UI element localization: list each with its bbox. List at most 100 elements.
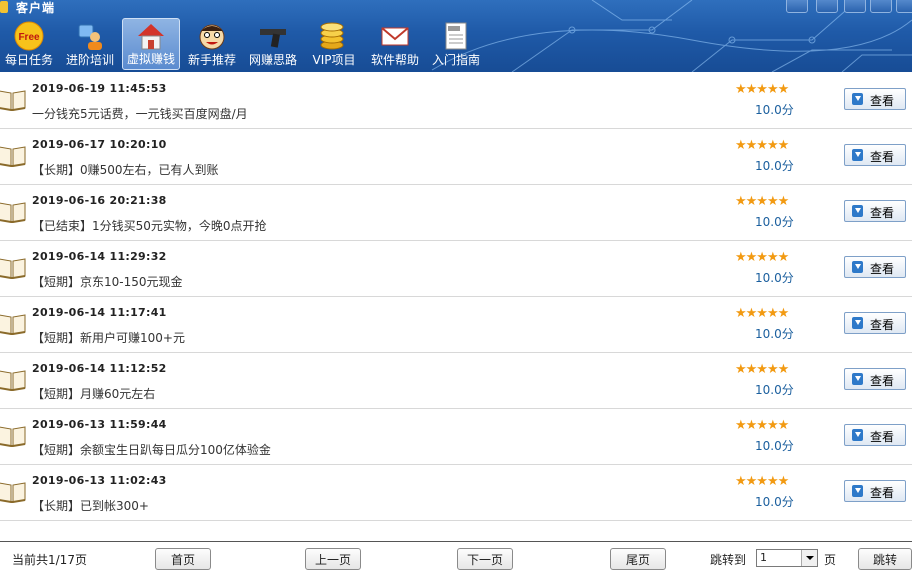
book-icon bbox=[0, 314, 26, 335]
skin-button[interactable] bbox=[786, 0, 808, 13]
view-button-label: 查看 bbox=[870, 206, 895, 220]
app-header: 客户端 Free 每日任务 进阶培训 虚拟赚钱 新手推荐 网赚思路 VIP项目 … bbox=[0, 0, 912, 72]
list-item: 2019-06-13 11:59:44 【短期】余额宝生日趴每日瓜分100亿体验金… bbox=[0, 409, 912, 465]
chevron-down-icon bbox=[801, 550, 817, 566]
list-item: 2019-06-14 11:12:52 【短期】月赚60元左右 ★★★★★ 10.0分… bbox=[0, 353, 912, 409]
item-title: 【短期】余额宝生日趴每日瓜分100亿体验金 bbox=[32, 443, 271, 457]
svg-text:Free: Free bbox=[18, 32, 40, 43]
view-button-label: 查看 bbox=[870, 262, 895, 276]
view-button[interactable]: 查看 bbox=[844, 256, 906, 278]
download-arrow-icon bbox=[852, 485, 863, 497]
tab-daily-tasks[interactable]: Free 每日任务 bbox=[0, 18, 58, 70]
title-bar: 客户端 bbox=[0, 0, 912, 16]
users-icon bbox=[78, 24, 102, 50]
rating-stars: ★★★★★ bbox=[735, 306, 789, 321]
item-title: 【已结束】1分钱买50元实物，今晚0点开抢 bbox=[32, 219, 267, 233]
list-item: 2019-06-19 11:45:53 一分钱充5元话费，一元钱买百度网盘/月 ★★… bbox=[0, 73, 912, 129]
rating-score: 10.0分 bbox=[755, 439, 794, 453]
first-page-button[interactable]: 首页 bbox=[155, 548, 211, 570]
tab-label: 新手推荐 bbox=[187, 53, 236, 67]
item-title: 【短期】新用户可赚100+元 bbox=[32, 331, 185, 345]
list-item: 2019-06-14 11:17:41 【短期】新用户可赚100+元 ★★★★★ 10… bbox=[0, 297, 912, 353]
book-icon bbox=[0, 426, 26, 447]
view-button-label: 查看 bbox=[870, 430, 895, 444]
view-button[interactable]: 查看 bbox=[844, 424, 906, 446]
view-button-label: 查看 bbox=[870, 150, 895, 164]
item-title: 【长期】已到帐300+ bbox=[32, 499, 149, 513]
app-logo-icon bbox=[0, 1, 8, 13]
tab-earning-ideas[interactable]: 网赚思路 bbox=[244, 18, 302, 70]
tab-label: 入门指南 bbox=[431, 53, 480, 67]
item-date: 2019-06-14 11:17:41 bbox=[32, 306, 167, 319]
view-button[interactable]: 查看 bbox=[844, 480, 906, 502]
tab-label: 网赚思路 bbox=[248, 53, 297, 67]
rating-score: 10.0分 bbox=[755, 383, 794, 397]
view-button-label: 查看 bbox=[870, 318, 895, 332]
view-button-label: 查看 bbox=[870, 486, 895, 500]
view-button[interactable]: 查看 bbox=[844, 88, 906, 110]
book-icon bbox=[0, 482, 26, 503]
tab-vip-projects[interactable]: VIP项目 bbox=[305, 18, 363, 70]
next-page-button[interactable]: 下一页 bbox=[457, 548, 513, 570]
list-item: 2019-06-17 10:20:10 【长期】0赚500左右，已有人到账 ★★★★… bbox=[0, 129, 912, 185]
download-arrow-icon bbox=[852, 261, 863, 273]
face-icon bbox=[199, 24, 225, 50]
rating-score: 10.0分 bbox=[755, 495, 794, 509]
tab-software-help[interactable]: 软件帮助 bbox=[366, 18, 424, 70]
rating-stars: ★★★★★ bbox=[735, 362, 789, 377]
main-toolbar: Free 每日任务 进阶培训 虚拟赚钱 新手推荐 网赚思路 VIP项目 软件帮助… bbox=[0, 18, 488, 72]
settings-button[interactable] bbox=[816, 0, 838, 13]
last-page-button[interactable]: 尾页 bbox=[610, 548, 666, 570]
rating-stars: ★★★★★ bbox=[735, 250, 789, 265]
item-date: 2019-06-19 11:45:53 bbox=[32, 82, 167, 95]
jump-button[interactable]: 跳转 bbox=[858, 548, 912, 570]
book-icon bbox=[0, 370, 26, 391]
tab-newbie-recommend[interactable]: 新手推荐 bbox=[183, 18, 241, 70]
item-date: 2019-06-17 10:20:10 bbox=[32, 138, 167, 151]
book-icon bbox=[0, 202, 26, 223]
view-button[interactable]: 查看 bbox=[844, 144, 906, 166]
tab-label: 进阶培训 bbox=[65, 53, 114, 67]
book-icon bbox=[0, 258, 26, 279]
close-button[interactable] bbox=[896, 0, 912, 13]
tab-advanced-training[interactable]: 进阶培训 bbox=[61, 18, 119, 70]
item-title: 【长期】0赚500左右，已有人到账 bbox=[32, 163, 219, 177]
window-title: 客户端 bbox=[16, 1, 56, 15]
item-title: 【短期】京东10-150元现金 bbox=[32, 275, 183, 289]
book-icon bbox=[0, 90, 26, 111]
free-badge-icon: Free bbox=[14, 21, 44, 51]
rating-score: 10.0分 bbox=[755, 327, 794, 341]
download-arrow-icon bbox=[852, 93, 863, 105]
rating-score: 10.0分 bbox=[755, 103, 794, 117]
item-date: 2019-06-13 11:02:43 bbox=[32, 474, 167, 487]
prev-page-button[interactable]: 上一页 bbox=[305, 548, 361, 570]
tab-virtual-earn[interactable]: 虚拟赚钱 bbox=[122, 18, 180, 70]
page-select-value: 1 bbox=[760, 551, 767, 564]
book-icon bbox=[0, 146, 26, 167]
minimize-button[interactable] bbox=[844, 0, 866, 13]
rating-score: 10.0分 bbox=[755, 271, 794, 285]
jump-label: 跳转到 bbox=[710, 553, 747, 567]
item-date: 2019-06-16 20:21:38 bbox=[32, 194, 167, 207]
tab-getting-started[interactable]: 入门指南 bbox=[427, 18, 485, 70]
rating-stars: ★★★★★ bbox=[735, 138, 789, 153]
rating-stars: ★★★★★ bbox=[735, 194, 789, 209]
view-button[interactable]: 查看 bbox=[844, 312, 906, 334]
view-button[interactable]: 查看 bbox=[844, 368, 906, 390]
page-select[interactable]: 1 bbox=[756, 549, 818, 567]
house-icon bbox=[138, 24, 164, 50]
download-arrow-icon bbox=[852, 149, 863, 161]
page-info: 当前共1/17页 bbox=[12, 553, 87, 567]
download-arrow-icon bbox=[852, 373, 863, 385]
maximize-button[interactable] bbox=[870, 0, 892, 13]
view-button[interactable]: 查看 bbox=[844, 200, 906, 222]
download-arrow-icon bbox=[852, 317, 863, 329]
list-item: 2019-06-16 20:21:38 【已结束】1分钱买50元实物，今晚0点开抢… bbox=[0, 185, 912, 241]
rating-score: 10.0分 bbox=[755, 159, 794, 173]
item-date: 2019-06-14 11:12:52 bbox=[32, 362, 167, 375]
news-doc-icon bbox=[445, 22, 467, 50]
download-arrow-icon bbox=[852, 205, 863, 217]
task-list: 2019-06-19 11:45:53 一分钱充5元话费，一元钱买百度网盘/月 ★★… bbox=[0, 73, 912, 521]
rating-score: 10.0分 bbox=[755, 215, 794, 229]
tab-label: VIP项目 bbox=[312, 53, 356, 67]
